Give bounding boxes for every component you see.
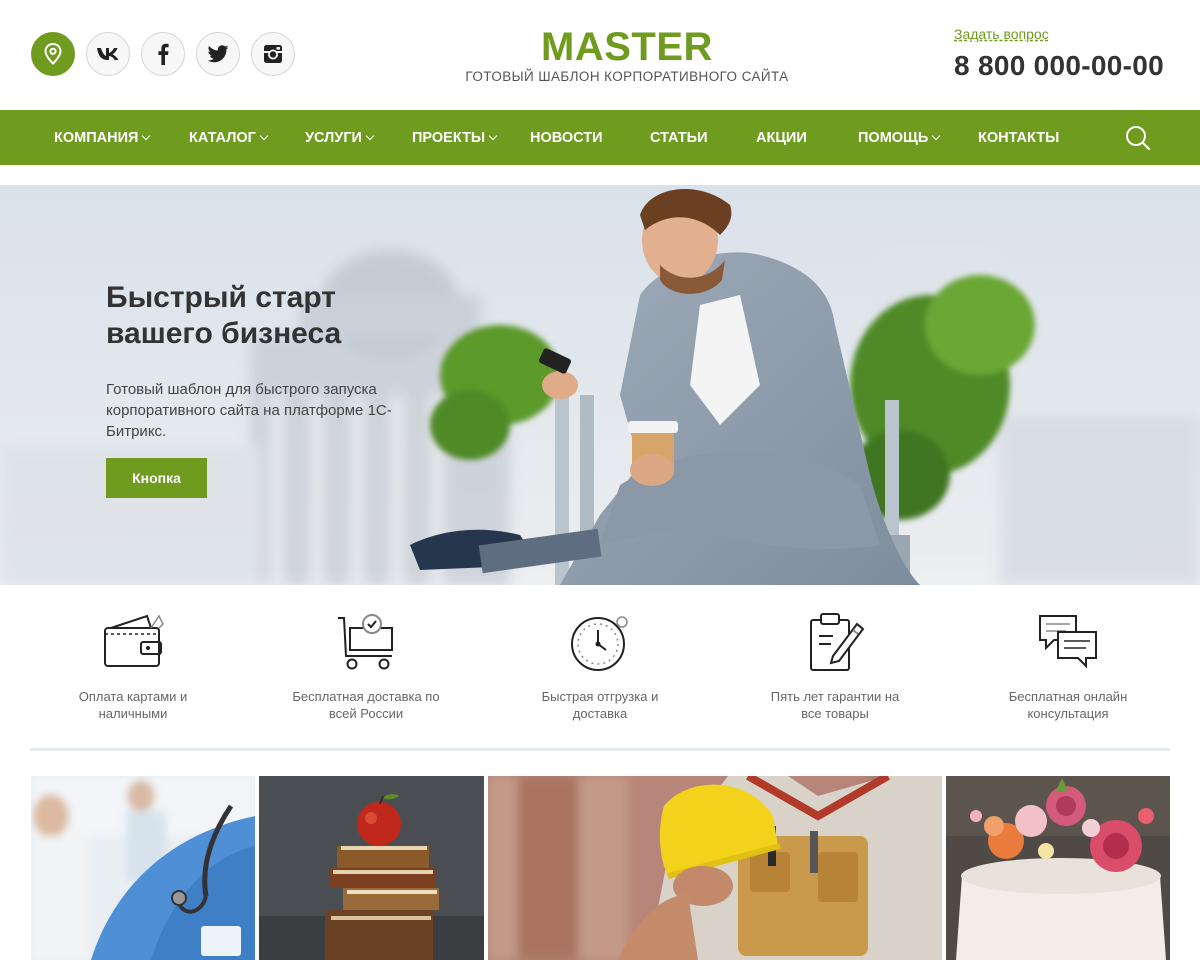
feature-label-line2: наличными (98, 706, 168, 721)
feature-label-line1: Бесплатная онлайн (1008, 689, 1128, 704)
hero-description: Готовый шаблон для быстрого запуска корп… (106, 381, 392, 440)
social-links (31, 32, 295, 76)
chevron-down-icon (488, 131, 498, 140)
site-header: MASTER ГОТОВЫЙ ШАБЛОН КОРПОРАТИВНОГО САЙ… (0, 0, 1200, 110)
nav-item-news[interactable]: НОВОСТИ (530, 110, 603, 165)
features-row: Оплата картами и наличными Бесплатная дос… (0, 600, 1200, 730)
warranty-clipboard-icon (810, 613, 865, 671)
nav-item-promotions[interactable]: АКЦИИ (756, 110, 807, 165)
construction-photo (488, 776, 942, 960)
cake-photo (946, 776, 1170, 960)
feature-label-line2: все товары (801, 706, 869, 721)
twitter-icon[interactable] (196, 32, 240, 76)
hero-title: Быстрый старт вашего бизнеса (106, 280, 426, 352)
feature-delivery: Бесплатная доставка по всей России (266, 610, 466, 722)
hero-title-line1: Быстрый старт (106, 281, 336, 314)
nav-item-articles[interactable]: СТАТЬИ (650, 110, 708, 165)
nav-item-services[interactable]: УСЛУГИ (305, 110, 375, 165)
chevron-down-icon (142, 131, 151, 140)
phone-number[interactable]: 8 800 000-00-00 (954, 50, 1170, 82)
hero-title-line2: вашего бизнеса (106, 317, 342, 350)
nav-item-company[interactable]: КОМПАНИЯ (54, 110, 151, 165)
site-logo[interactable]: MASTER ГОТОВЫЙ ШАБЛОН КОРПОРАТИВНОГО САЙ… (430, 26, 824, 84)
chevron-down-icon (932, 131, 941, 140)
feature-label-line1: Пять лет гарантии на (770, 689, 900, 704)
tile-cake[interactable] (946, 776, 1170, 960)
feature-payment: Оплата картами и наличными (33, 610, 233, 722)
tile-education[interactable] (259, 776, 484, 960)
delivery-cart-icon (338, 614, 393, 670)
nav-item-label: ПРОЕКТЫ (412, 129, 486, 146)
chat-bubbles-icon (1039, 615, 1097, 669)
nav-item-label: ПОМОЩЬ (858, 129, 929, 146)
nav-item-label: УСЛУГИ (305, 129, 362, 146)
nav-item-label: КОМПАНИЯ (54, 129, 139, 146)
nav-item-label: КАТАЛОГ (189, 129, 256, 146)
nav-item-projects[interactable]: ПРОЕКТЫ (412, 110, 498, 165)
hero-text-block: Быстрый старт вашего бизнеса Готовый шаб… (106, 280, 426, 442)
medical-photo (31, 776, 255, 960)
logo-subtitle: ГОТОВЫЙ ШАБЛОН КОРПОРАТИВНОГО САЙТА (465, 69, 789, 84)
tile-construction[interactable] (488, 776, 942, 960)
nav-item-label: СТАТЬИ (650, 129, 708, 146)
nav-item-label: НОВОСТИ (530, 129, 603, 146)
instagram-icon[interactable] (251, 32, 295, 76)
nav-item-help[interactable]: ПОМОЩЬ (858, 110, 941, 165)
feature-fast-shipping: Быстрая отгрузка и доставка (500, 610, 700, 722)
nav-item-catalog[interactable]: КАТАЛОГ (189, 110, 269, 165)
feature-label-line2: доставка (572, 706, 628, 721)
stopwatch-icon (571, 616, 628, 671)
hero-banner: Быстрый старт вашего бизнеса Готовый шаб… (0, 185, 1200, 585)
nav-item-label: АКЦИИ (756, 129, 807, 146)
nav-item-contacts[interactable]: КОНТАКТЫ (978, 110, 1059, 165)
feature-label-line1: Оплата картами и (78, 689, 188, 704)
section-divider (30, 748, 1170, 751)
header-contact: Задать вопрос 8 800 000-00-00 (954, 26, 1170, 82)
hero-button[interactable]: Кнопка (106, 458, 207, 498)
facebook-icon[interactable] (141, 32, 185, 76)
logo-title: MASTER (541, 25, 713, 69)
tile-medical[interactable] (31, 776, 255, 960)
location-pin-icon[interactable] (31, 32, 75, 76)
wallet-icon (104, 614, 164, 667)
chevron-down-icon (259, 131, 269, 140)
ask-question-link[interactable]: Задать вопрос (954, 26, 1049, 42)
feature-warranty: Пять лет гарантии на все товары (735, 610, 935, 722)
education-photo (259, 776, 484, 960)
feature-consultation: Бесплатная онлайн консультация (968, 610, 1168, 722)
feature-label-line2: всей России (328, 706, 404, 721)
search-icon[interactable] (1122, 122, 1154, 154)
chevron-down-icon (365, 131, 375, 140)
feature-label-line1: Бесплатная доставка по (292, 689, 440, 704)
feature-label-line1: Быстрая отгрузка и (541, 689, 659, 704)
main-nav: КОМПАНИЯ КАТАЛОГ УСЛУГИ ПРОЕКТЫ НОВОСТИ … (0, 110, 1200, 165)
feature-label-line2: консультация (1027, 706, 1109, 721)
vk-icon[interactable] (86, 32, 130, 76)
nav-item-label: КОНТАКТЫ (978, 129, 1060, 146)
